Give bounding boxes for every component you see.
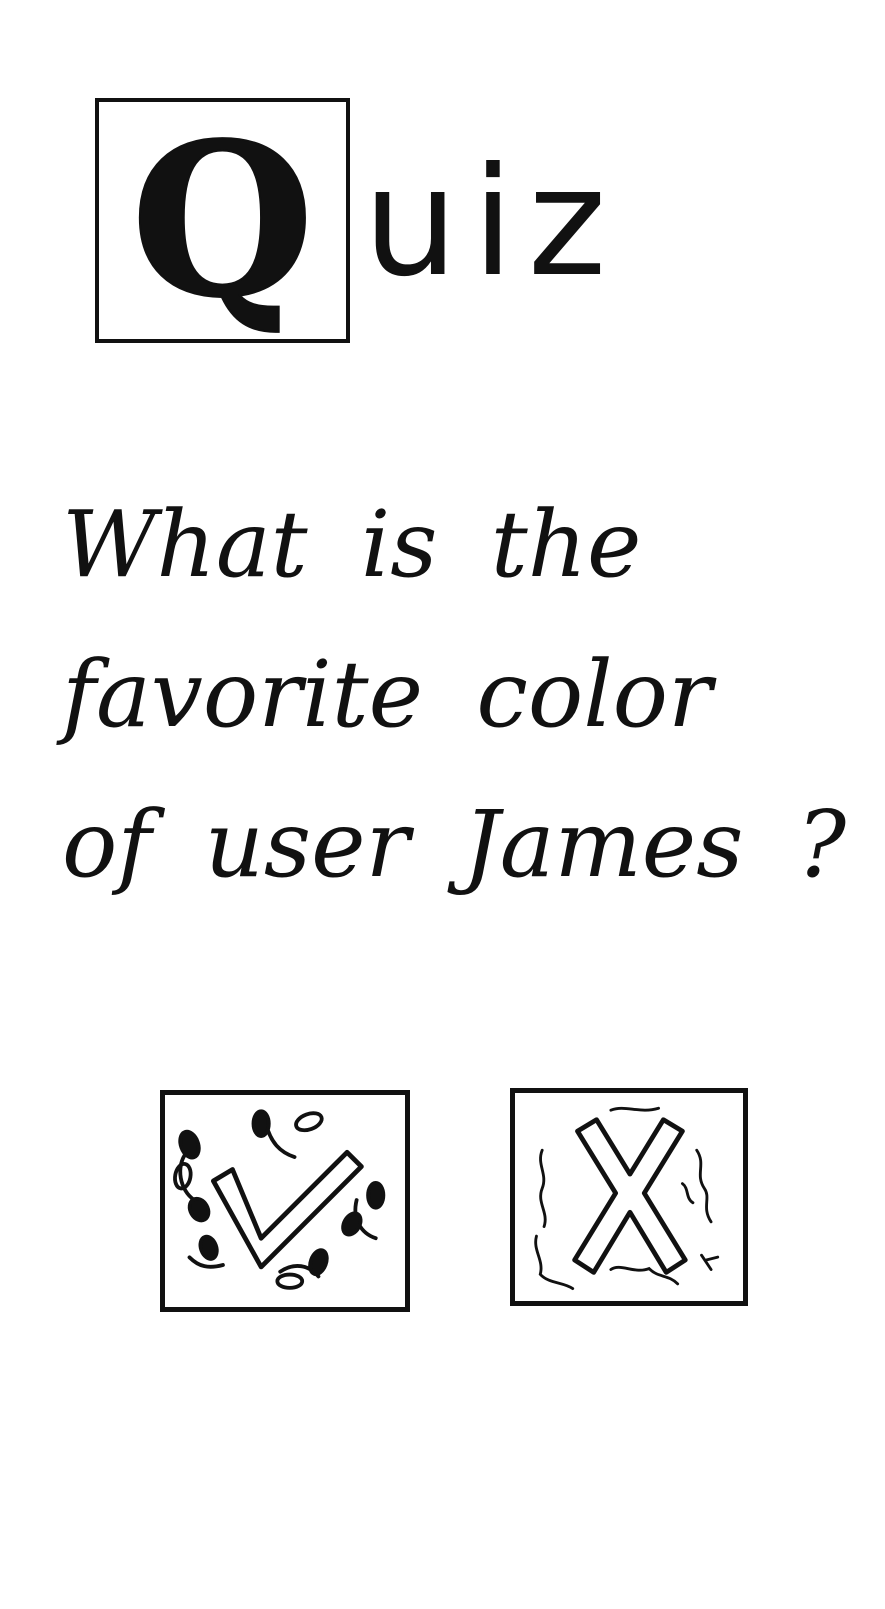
check-icon [173,1109,386,1290]
question-line-1: What is the [62,491,642,598]
page-title: Q uiz [95,88,715,358]
question-line-3: of user James ? [62,791,847,898]
drop-cap-box: Q [95,98,350,343]
cross-icon [534,1106,720,1291]
title-rest: uiz [363,136,621,310]
answer-no-button[interactable] [510,1088,748,1306]
title-initial: Q [130,96,315,344]
question-line-2: favorite color [62,641,713,748]
question-text: What is the favorite color of user James… [62,470,847,920]
answer-yes-button[interactable] [160,1090,410,1312]
